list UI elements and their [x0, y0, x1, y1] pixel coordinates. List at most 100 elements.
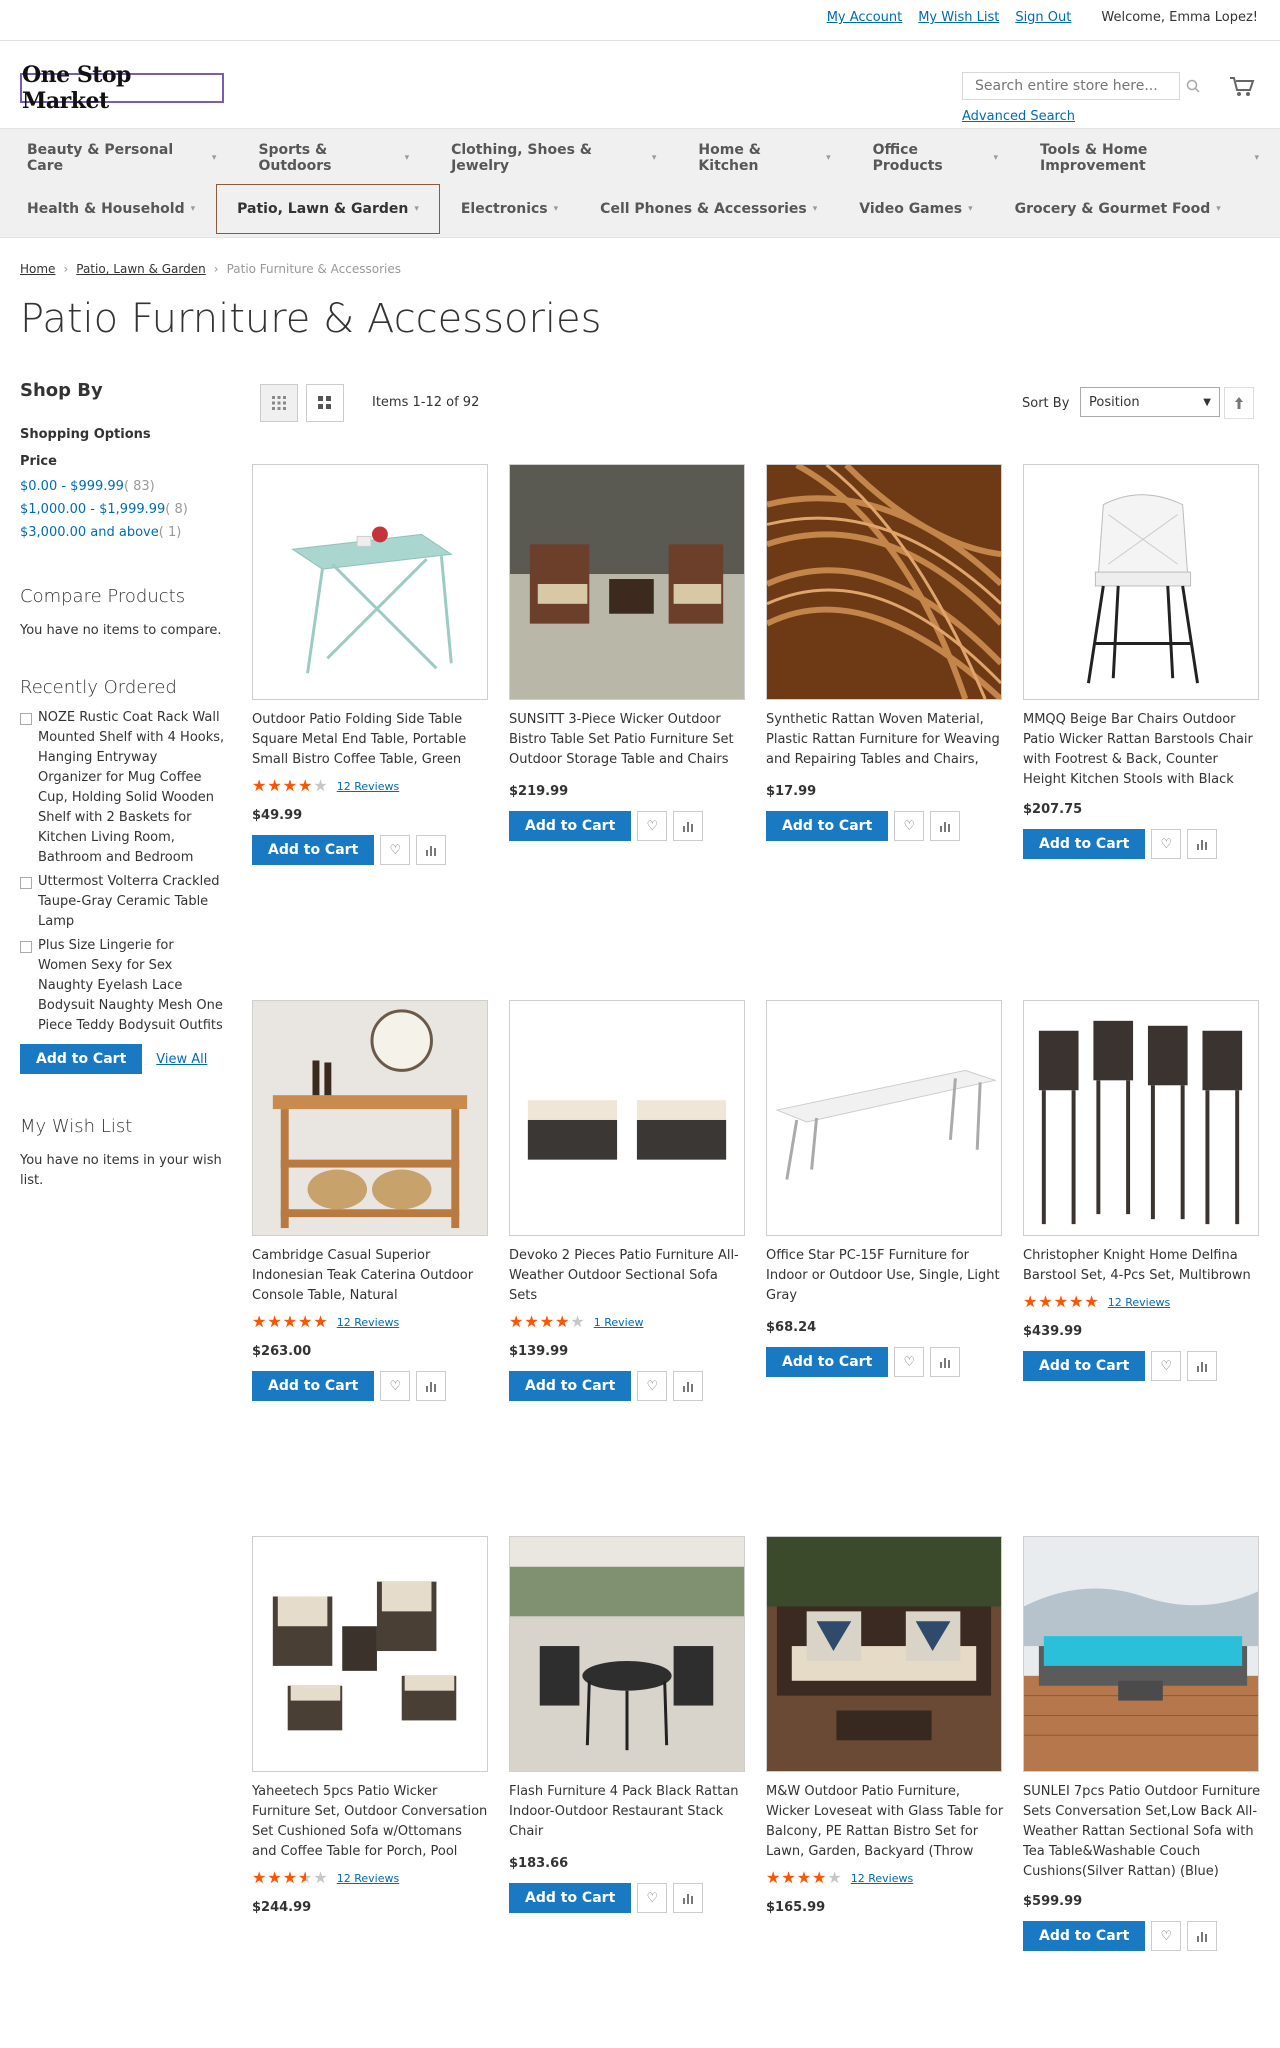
add-to-wishlist-button[interactable]: ♡: [1151, 829, 1182, 859]
product-name[interactable]: M&W Outdoor Patio Furniture, Wicker Love…: [766, 1782, 1004, 1862]
nav-tools-home-improvement[interactable]: Tools & Home Improvement ▾: [1019, 133, 1280, 183]
nav-office-products[interactable]: Office Products ▾: [852, 133, 1019, 183]
product-name[interactable]: Office Star PC-15F Furniture for Indoor …: [766, 1246, 1004, 1306]
add-to-cart-button[interactable]: Add to Cart: [766, 811, 889, 841]
add-to-compare-button[interactable]: [1187, 829, 1218, 859]
recent-add-to-cart-button[interactable]: Add to Cart: [20, 1044, 143, 1074]
store-logo[interactable]: One Stop Market: [20, 62, 224, 114]
product-name[interactable]: Cambridge Casual Superior Indonesian Tea…: [252, 1246, 490, 1306]
add-to-wishlist-button[interactable]: ♡: [380, 835, 411, 865]
add-to-compare-button[interactable]: [1187, 1351, 1218, 1381]
product-image[interactable]: [252, 1000, 488, 1236]
sort-by-select[interactable]: Position ▼: [1080, 387, 1220, 417]
add-to-cart-button[interactable]: Add to Cart: [509, 811, 632, 841]
recent-item-checkbox[interactable]: [20, 941, 32, 953]
product-name[interactable]: SUNLEI 7pcs Patio Outdoor Furniture Sets…: [1023, 1782, 1261, 1882]
product-name[interactable]: Yaheetech 5pcs Patio Wicker Furniture Se…: [252, 1782, 490, 1862]
recent-item-name[interactable]: Plus Size Lingerie for Women Sexy for Se…: [38, 936, 225, 1036]
nav-sports-outdoors[interactable]: Sports & Outdoors ▾: [237, 133, 430, 183]
nav-clothing-shoes-jewelry[interactable]: Clothing, Shoes & Jewelry ▾: [430, 133, 677, 183]
reviews-link[interactable]: 12 Reviews: [337, 780, 399, 793]
nav-cell-phones-accessories[interactable]: Cell Phones & Accessories ▾: [579, 184, 838, 234]
add-to-compare-button[interactable]: [673, 811, 704, 841]
add-to-compare-button[interactable]: [673, 1883, 704, 1913]
nav-electronics[interactable]: Electronics ▾: [440, 184, 579, 234]
product-name[interactable]: Synthetic Rattan Woven Material, Plastic…: [766, 710, 1004, 770]
nav-health-household[interactable]: Health & Household ▾: [6, 184, 216, 234]
nav-beauty-personal-care[interactable]: Beauty & Personal Care ▾: [6, 133, 237, 183]
product-price: $183.66: [509, 1856, 569, 1871]
advanced-search-link[interactable]: Advanced Search: [962, 109, 1075, 124]
add-to-wishlist-button[interactable]: ♡: [637, 1371, 668, 1401]
product-image[interactable]: [1023, 1536, 1259, 1772]
breadcrumb-patio-lawn-garden[interactable]: Patio, Lawn & Garden: [76, 262, 206, 276]
price-filter-title[interactable]: Price: [20, 454, 225, 469]
price-filter-option[interactable]: $1,000.00 - $1,999.99( 8): [20, 498, 225, 521]
add-to-wishlist-button[interactable]: ♡: [637, 811, 668, 841]
reviews-link[interactable]: 12 Reviews: [337, 1872, 399, 1885]
search-input[interactable]: [973, 77, 1179, 95]
add-to-compare-button[interactable]: [416, 835, 447, 865]
my-wish-list-link[interactable]: My Wish List: [918, 10, 999, 25]
product-name[interactable]: Flash Furniture 4 Pack Black Rattan Indo…: [509, 1782, 747, 1842]
product-image[interactable]: [252, 464, 488, 700]
add-to-cart-button[interactable]: Add to Cart: [252, 835, 375, 865]
product-image[interactable]: [766, 464, 1002, 700]
recent-item-checkbox[interactable]: [20, 713, 32, 725]
chevron-down-icon: ▼: [1203, 396, 1211, 408]
product-image[interactable]: [252, 1536, 488, 1772]
add-to-cart-button[interactable]: Add to Cart: [1023, 1921, 1146, 1951]
add-to-cart-button[interactable]: Add to Cart: [509, 1883, 632, 1913]
search-button[interactable]: [1180, 72, 1206, 100]
price-filter-option[interactable]: $0.00 - $999.99( 83): [20, 475, 225, 498]
add-to-wishlist-button[interactable]: ♡: [1151, 1351, 1182, 1381]
breadcrumb-home[interactable]: Home: [20, 262, 55, 276]
reviews-link[interactable]: 12 Reviews: [337, 1316, 399, 1329]
product-image[interactable]: [509, 1536, 745, 1772]
product-name[interactable]: Christopher Knight Home Delfina Barstool…: [1023, 1246, 1261, 1286]
reviews-link[interactable]: 12 Reviews: [1108, 1296, 1170, 1309]
product-image[interactable]: [509, 1000, 745, 1236]
nav-video-games[interactable]: Video Games ▾: [838, 184, 993, 234]
add-to-cart-button[interactable]: Add to Cart: [509, 1371, 632, 1401]
add-to-wishlist-button[interactable]: ♡: [894, 1347, 925, 1377]
product-name[interactable]: Devoko 2 Pieces Patio Furniture All-Weat…: [509, 1246, 747, 1306]
product-image[interactable]: [509, 464, 745, 700]
add-to-compare-button[interactable]: [1187, 1921, 1218, 1951]
nav-patio-lawn-garden[interactable]: Patio, Lawn & Garden ▾: [216, 184, 440, 234]
nav-grocery-gourmet-food[interactable]: Grocery & Gourmet Food ▾: [994, 184, 1242, 234]
add-to-wishlist-button[interactable]: ♡: [380, 1371, 411, 1401]
add-to-compare-button[interactable]: [930, 1347, 961, 1377]
minicart-button[interactable]: [1226, 72, 1258, 102]
recent-item-checkbox[interactable]: [20, 877, 32, 889]
add-to-cart-button[interactable]: Add to Cart: [252, 1371, 375, 1401]
reviews-link[interactable]: 1 Review: [594, 1316, 644, 1329]
my-account-link[interactable]: My Account: [827, 10, 903, 25]
add-to-wishlist-button[interactable]: ♡: [1151, 1921, 1182, 1951]
nav-home-kitchen[interactable]: Home & Kitchen ▾: [677, 133, 851, 183]
add-to-compare-button[interactable]: [930, 811, 961, 841]
add-to-compare-button[interactable]: [416, 1371, 447, 1401]
product-name[interactable]: Outdoor Patio Folding Side Table Square …: [252, 710, 490, 770]
list-view-button[interactable]: [306, 384, 344, 422]
reviews-link[interactable]: 12 Reviews: [851, 1872, 913, 1885]
product-image[interactable]: [1023, 464, 1259, 700]
product-name[interactable]: MMQQ Beige Bar Chairs Outdoor Patio Wick…: [1023, 710, 1261, 790]
add-to-wishlist-button[interactable]: ♡: [637, 1883, 668, 1913]
recent-item-name[interactable]: Uttermost Volterra Crackled Taupe-Gray C…: [38, 872, 225, 932]
view-all-link[interactable]: View All: [156, 1052, 207, 1067]
add-to-wishlist-button[interactable]: ♡: [894, 811, 925, 841]
product-image[interactable]: [1023, 1000, 1259, 1236]
recent-item-name[interactable]: NOZE Rustic Coat Rack Wall Mounted Shelf…: [38, 708, 225, 868]
product-image[interactable]: [766, 1000, 1002, 1236]
list-mode-button[interactable]: [260, 384, 298, 422]
add-to-cart-button[interactable]: Add to Cart: [1023, 829, 1146, 859]
product-name[interactable]: SUNSITT 3-Piece Wicker Outdoor Bistro Ta…: [509, 710, 747, 770]
price-filter-option[interactable]: $3,000.00 and above( 1): [20, 521, 225, 544]
add-to-cart-button[interactable]: Add to Cart: [1023, 1351, 1146, 1381]
add-to-cart-button[interactable]: Add to Cart: [766, 1347, 889, 1377]
product-image[interactable]: [766, 1536, 1002, 1772]
add-to-compare-button[interactable]: [673, 1371, 704, 1401]
sign-out-link[interactable]: Sign Out: [1015, 10, 1071, 25]
sort-direction-button[interactable]: [1224, 387, 1254, 419]
